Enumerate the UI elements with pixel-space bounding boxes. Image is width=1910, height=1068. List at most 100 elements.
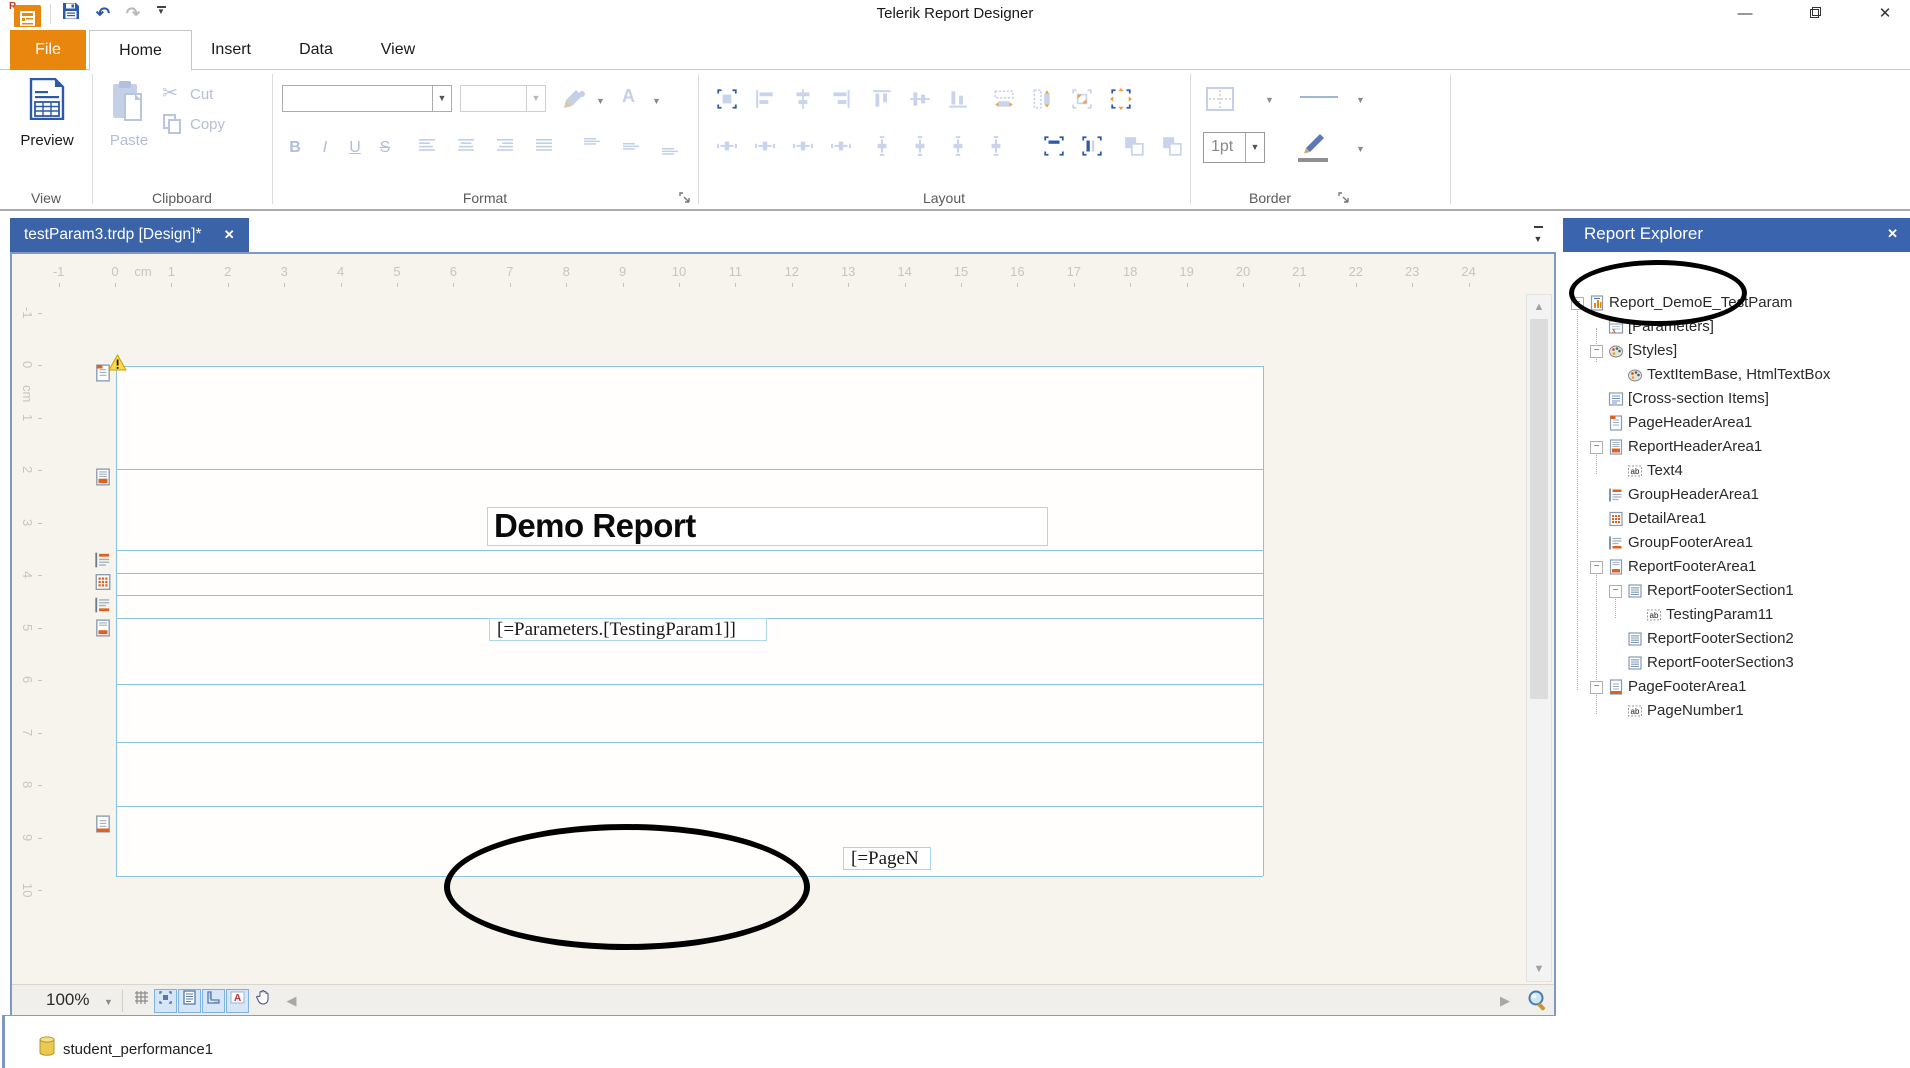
highlight-color-caret-icon[interactable]: ▼ bbox=[596, 96, 605, 106]
tree-item-reportfootersection2[interactable]: ReportFooterSection2 bbox=[1563, 627, 1910, 651]
tree-item-reportheaderarea1[interactable]: − ReportHeaderArea1 bbox=[1563, 435, 1910, 459]
document-tab[interactable]: testParam3.trdp [Design]* ✕ bbox=[10, 218, 249, 252]
tree-expander-icon[interactable]: − bbox=[1590, 345, 1603, 358]
align-text-center-icon[interactable] bbox=[453, 132, 481, 160]
line-color-icon[interactable] bbox=[1298, 132, 1332, 162]
tree-item-cross-section-items[interactable]: [Cross-section Items] bbox=[1563, 387, 1910, 411]
report-title-textbox[interactable]: Demo Report bbox=[487, 507, 1048, 546]
cut-button[interactable]: Cut bbox=[190, 86, 213, 103]
vertical-scrollbar[interactable]: ▲ ▼ bbox=[1526, 294, 1552, 982]
space-vertically-increase-icon[interactable] bbox=[906, 132, 934, 160]
align-centers-icon[interactable] bbox=[789, 85, 817, 113]
tree-item-styles[interactable]: − [Styles] bbox=[1563, 339, 1910, 363]
format-u-button[interactable]: U bbox=[342, 134, 368, 162]
restore-button[interactable] bbox=[1792, 0, 1838, 27]
border-width-combobox[interactable]: 1pt ▼ bbox=[1203, 132, 1265, 163]
align-text-middle-icon[interactable] bbox=[617, 132, 645, 160]
group-header-marker-icon[interactable] bbox=[94, 551, 114, 573]
space-vertically-remove-icon[interactable] bbox=[982, 132, 1010, 160]
align-top-edge-icon[interactable] bbox=[1040, 132, 1068, 160]
format-i-button[interactable]: I bbox=[312, 134, 338, 162]
page-number-textbox[interactable]: [=PageN bbox=[843, 847, 931, 870]
detail-marker-icon[interactable] bbox=[94, 573, 114, 595]
report-explorer-close-icon[interactable]: ✕ bbox=[1887, 226, 1898, 242]
format-s-button[interactable]: S bbox=[372, 134, 398, 162]
align-text-left-icon[interactable] bbox=[414, 132, 442, 160]
tree-item-pagenumber1[interactable]: ab PageNumber1 bbox=[1563, 699, 1910, 723]
zoom-tool-icon[interactable] bbox=[1527, 989, 1549, 1018]
align-middles-icon[interactable] bbox=[906, 85, 934, 113]
preview-button[interactable]: Preview bbox=[8, 132, 86, 149]
grid-toggle-icon[interactable] bbox=[130, 989, 153, 1013]
font-color-icon[interactable]: A bbox=[622, 86, 635, 107]
parameter-expression-textbox[interactable]: [=Parameters.[TestingParam1]] bbox=[489, 618, 767, 641]
tree-expander-icon[interactable]: − bbox=[1590, 441, 1603, 454]
align-lefts-icon[interactable] bbox=[751, 85, 779, 113]
tree-expander-icon[interactable]: − bbox=[1609, 585, 1622, 598]
space-vertically-equal-icon[interactable] bbox=[868, 132, 896, 160]
paste-icon[interactable] bbox=[108, 78, 148, 124]
highlight-color-icon[interactable] bbox=[562, 88, 588, 115]
space-horizontally-increase-icon[interactable] bbox=[751, 132, 779, 160]
minimize-button[interactable]: — bbox=[1722, 0, 1768, 27]
design-canvas[interactable]: -1 0 cm 1 2 3 4 5 6 7 8 9 10 11 12 13 14 15 16 17 18 19 20 21 22… bbox=[10, 252, 1556, 1018]
tree-expander-icon[interactable]: − bbox=[1590, 561, 1603, 574]
scroll-down-icon[interactable]: ▼ bbox=[1527, 963, 1551, 975]
tree-item-pagefooterarea1[interactable]: − PageFooterArea1 bbox=[1563, 675, 1910, 699]
page-breaks-toggle-icon[interactable] bbox=[178, 989, 201, 1013]
align-tops-icon[interactable] bbox=[868, 85, 896, 113]
tree-item-groupfooterarea1[interactable]: GroupFooterArea1 bbox=[1563, 531, 1910, 555]
document-tab-close-icon[interactable]: ✕ bbox=[224, 227, 235, 242]
scroll-right-icon[interactable]: ▶ bbox=[1500, 993, 1510, 1009]
collapse-panel-icon[interactable]: ▼ bbox=[1531, 226, 1545, 247]
cut-icon[interactable]: ✂ bbox=[162, 82, 178, 105]
tree-item-textitembase-htmltextbox[interactable]: TextItemBase, HtmlTextBox bbox=[1563, 363, 1910, 387]
group-footer-marker-icon[interactable] bbox=[94, 596, 114, 618]
tab-home[interactable]: Home bbox=[89, 30, 192, 71]
space-horizontally-decrease-icon[interactable] bbox=[789, 132, 817, 160]
paste-button[interactable]: Paste bbox=[102, 132, 156, 149]
space-horizontally-remove-icon[interactable] bbox=[827, 132, 855, 160]
same-width-icon[interactable] bbox=[990, 85, 1018, 113]
tab-data[interactable]: Data bbox=[288, 30, 344, 71]
format-dialog-launcher-icon[interactable] bbox=[679, 191, 693, 205]
bring-to-front-icon[interactable] bbox=[1120, 132, 1148, 160]
scrollbar-thumb[interactable] bbox=[1530, 319, 1548, 699]
data-source-item[interactable]: student_performance1 bbox=[63, 1041, 213, 1058]
snap-to-grid-icon[interactable] bbox=[713, 85, 741, 113]
align-text-bottom-icon[interactable] bbox=[656, 132, 684, 160]
text-markers-toggle-icon[interactable]: A bbox=[226, 989, 249, 1013]
same-height-icon[interactable] bbox=[1028, 85, 1056, 113]
tree-item-reportfootersection3[interactable]: ReportFooterSection3 bbox=[1563, 651, 1910, 675]
scroll-left-icon[interactable]: ◀ bbox=[280, 989, 303, 1013]
align-text-right-icon[interactable] bbox=[492, 132, 520, 160]
font-name-combobox[interactable]: ▼ bbox=[282, 85, 452, 112]
same-size-icon[interactable] bbox=[1068, 85, 1096, 113]
space-horizontally-equal-icon[interactable] bbox=[713, 132, 741, 160]
tree-item-testingparam11[interactable]: ab TestingParam11 bbox=[1563, 603, 1910, 627]
line-style-dropdown[interactable]: ▼ bbox=[1296, 84, 1376, 114]
tree-item-pageheaderarea1[interactable]: PageHeaderArea1 bbox=[1563, 411, 1910, 435]
report-header-marker-icon[interactable] bbox=[94, 468, 114, 490]
format-b-button[interactable]: B bbox=[282, 134, 308, 162]
center-in-form-icon[interactable] bbox=[1107, 85, 1135, 113]
report-footer-marker-icon[interactable] bbox=[94, 619, 114, 641]
tree-item-groupheaderarea1[interactable]: GroupHeaderArea1 bbox=[1563, 483, 1910, 507]
align-bottoms-icon[interactable] bbox=[944, 85, 972, 113]
report-explorer-header[interactable]: Report Explorer ✕ bbox=[1563, 218, 1910, 252]
close-button[interactable]: ✕ bbox=[1862, 0, 1908, 27]
ruler-toggle-icon[interactable] bbox=[202, 989, 225, 1013]
tab-insert[interactable]: Insert bbox=[200, 30, 262, 71]
zoom-level[interactable]: 100% bbox=[46, 990, 89, 1010]
tree-item-text4[interactable]: ab Text4 bbox=[1563, 459, 1910, 483]
zoom-caret-icon[interactable]: ▼ bbox=[104, 997, 113, 1007]
align-rights-icon[interactable] bbox=[827, 85, 855, 113]
border-style-dropdown[interactable]: ▼ bbox=[1205, 84, 1285, 114]
space-vertically-decrease-icon[interactable] bbox=[944, 132, 972, 160]
send-to-back-icon[interactable] bbox=[1158, 132, 1186, 160]
copy-icon[interactable] bbox=[163, 114, 181, 139]
align-left-edge-icon[interactable] bbox=[1078, 132, 1106, 160]
align-text-justify-icon[interactable] bbox=[531, 132, 559, 160]
snap-to-grid-toggle-icon[interactable] bbox=[154, 989, 177, 1013]
align-text-top-icon[interactable] bbox=[578, 132, 606, 160]
